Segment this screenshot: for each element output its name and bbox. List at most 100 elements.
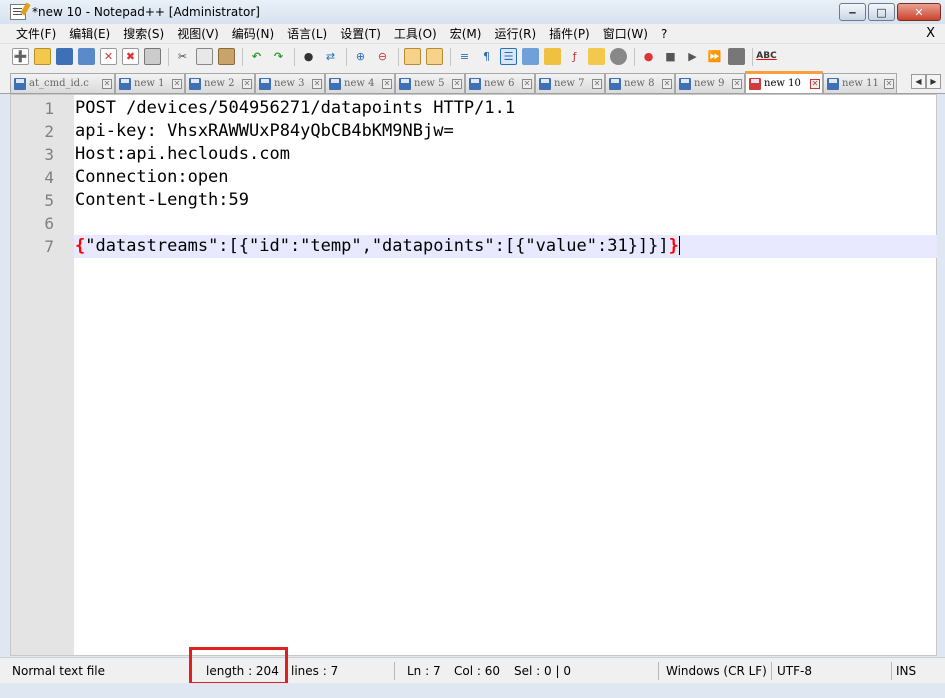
menu-settings[interactable]: 设置(T) (334, 25, 388, 42)
tab-close-icon[interactable]: ✕ (884, 78, 894, 89)
menu-file[interactable]: 文件(F) (10, 25, 63, 42)
close-all-icon[interactable]: ✖ (122, 48, 139, 65)
code-line-current[interactable]: 7 {"datastreams":[{"id":"temp","datapoin… (11, 235, 937, 258)
code-line[interactable]: 4 Connection:open (11, 166, 937, 189)
tab-close-icon[interactable]: ✕ (102, 78, 112, 89)
tab-new-7[interactable]: new 7 ✕ (535, 73, 605, 93)
status-insert-mode[interactable]: INS (894, 662, 916, 682)
find-icon[interactable]: ● (300, 48, 317, 65)
tab-scroll-right-button[interactable]: ▶ (926, 74, 941, 89)
tab-close-icon[interactable]: ✕ (522, 78, 532, 89)
menu-view[interactable]: 视图(V) (171, 25, 226, 42)
code-line[interactable]: 1 POST /devices/504956271/datapoints HTT… (11, 97, 937, 120)
copy-icon[interactable] (196, 48, 213, 65)
show-all-chars-icon[interactable]: ¶ (478, 48, 495, 65)
code-line[interactable]: 6 (11, 212, 937, 235)
indent-guide-icon[interactable]: ☰ (500, 48, 517, 65)
code-line[interactable]: 5 Content-Length:59 (11, 189, 937, 212)
tab-close-icon[interactable]: ✕ (172, 78, 182, 89)
document-map-icon[interactable] (544, 48, 561, 65)
zoom-out-icon[interactable]: ⊖ (374, 48, 391, 65)
tab-close-icon[interactable]: ✕ (592, 78, 602, 89)
word-wrap-icon[interactable]: ≡ (456, 48, 473, 65)
menu-edit[interactable]: 编辑(E) (63, 25, 117, 42)
line-text[interactable]: Host:api.heclouds.com (74, 143, 937, 166)
run-macro-multiple-icon[interactable]: ⏩ (706, 48, 723, 65)
tab-close-icon[interactable]: ✕ (242, 78, 252, 89)
menu-macro[interactable]: 宏(M) (444, 25, 489, 42)
line-text[interactable]: {"datastreams":[{"id":"temp","datapoints… (74, 235, 937, 258)
code-line[interactable]: 2 api-key: VhsxRAWWUxP84yQbCB4bKM9NBjw= (11, 120, 937, 143)
tab-close-icon[interactable]: ✕ (312, 78, 322, 89)
maximize-button[interactable]: □ (868, 3, 895, 21)
play-macro-icon[interactable]: ▶ (684, 48, 701, 65)
record-macro-icon[interactable]: ● (640, 48, 657, 65)
line-text[interactable]: api-key: VhsxRAWWUxP84yQbCB4bKM9NBjw= (74, 120, 937, 143)
tab-close-icon[interactable]: ✕ (810, 78, 820, 89)
tab-new-1[interactable]: new 1 ✕ (115, 73, 185, 93)
paste-icon[interactable] (218, 48, 235, 65)
tab-at-cmd-id[interactable]: at_cmd_id.c ✕ (10, 73, 115, 93)
spell-check-icon[interactable]: ABC (756, 48, 776, 65)
replace-icon[interactable]: ⇄ (322, 48, 339, 65)
file-saved-icon (539, 77, 551, 90)
undo-icon[interactable]: ↶ (248, 48, 265, 65)
tab-new-6[interactable]: new 6 ✕ (465, 73, 535, 93)
tab-close-icon[interactable]: ✕ (732, 78, 742, 89)
menu-help[interactable]: ? (655, 27, 674, 41)
open-file-icon[interactable] (34, 48, 51, 65)
close-document-button[interactable]: X (926, 26, 935, 41)
minimize-icon: ‒ (848, 5, 857, 19)
tab-new-4[interactable]: new 4 ✕ (325, 73, 395, 93)
code-line[interactable]: 3 Host:api.heclouds.com (11, 143, 937, 166)
tab-close-icon[interactable]: ✕ (452, 78, 462, 89)
cut-icon[interactable]: ✂ (174, 48, 191, 65)
user-language-icon[interactable] (522, 48, 539, 65)
tab-new-2[interactable]: new 2 ✕ (185, 73, 255, 93)
print-icon[interactable] (144, 48, 161, 65)
close-file-icon[interactable]: ✕ (100, 48, 117, 65)
status-encoding[interactable]: UTF-8 (775, 662, 812, 682)
file-saved-icon (827, 77, 839, 90)
new-file-icon[interactable]: ➕ (12, 48, 29, 65)
menu-window[interactable]: 窗口(W) (597, 25, 655, 42)
tab-close-icon[interactable]: ✕ (382, 78, 392, 89)
save-macro-icon[interactable] (728, 48, 745, 65)
menu-tools[interactable]: 工具(O) (388, 25, 444, 42)
menu-encoding[interactable]: 编码(N) (226, 25, 281, 42)
status-eol[interactable]: Windows (CR LF) (664, 662, 767, 682)
menu-search[interactable]: 搜索(S) (117, 25, 171, 42)
sync-vertical-icon[interactable] (404, 48, 421, 65)
menu-language[interactable]: 语言(L) (281, 25, 334, 42)
sync-horizontal-icon[interactable] (426, 48, 443, 65)
zoom-in-icon[interactable]: ⊕ (352, 48, 369, 65)
redo-icon[interactable]: ↷ (270, 48, 287, 65)
tab-new-9[interactable]: new 9 ✕ (675, 73, 745, 93)
line-text[interactable]: Content-Length:59 (74, 189, 937, 212)
menu-run[interactable]: 运行(R) (488, 25, 543, 42)
save-icon[interactable] (56, 48, 73, 65)
tab-new-10[interactable]: new 10 ✕ (745, 71, 823, 93)
tab-new-3[interactable]: new 3 ✕ (255, 73, 325, 93)
folder-workspace-icon[interactable] (588, 48, 605, 65)
tab-new-11[interactable]: new 11 ✕ (823, 73, 897, 93)
close-button[interactable]: ✕ (897, 3, 941, 21)
file-saved-icon (399, 77, 411, 90)
line-text[interactable]: POST /devices/504956271/datapoints HTTP/… (74, 97, 937, 120)
tab-new-5[interactable]: new 5 ✕ (395, 73, 465, 93)
save-all-icon[interactable] (78, 48, 95, 65)
file-saved-icon (609, 77, 621, 90)
tab-close-icon[interactable]: ✕ (662, 78, 672, 89)
function-list-icon[interactable]: ƒ (566, 48, 583, 65)
tab-new-8[interactable]: new 8 ✕ (605, 73, 675, 93)
line-text[interactable]: Connection:open (74, 166, 937, 189)
chevron-left-icon: ◀ (915, 77, 922, 86)
menu-plugins[interactable]: 插件(P) (543, 25, 597, 42)
tab-scroll-left-button[interactable]: ◀ (911, 74, 926, 89)
line-text[interactable] (74, 212, 937, 235)
notepad-app-icon[interactable] (10, 4, 26, 20)
minimize-button[interactable]: ‒ (839, 3, 866, 21)
editor-pane[interactable]: 1 POST /devices/504956271/datapoints HTT… (10, 94, 937, 656)
stop-macro-icon[interactable]: ■ (662, 48, 679, 65)
monitoring-icon[interactable] (610, 48, 627, 65)
